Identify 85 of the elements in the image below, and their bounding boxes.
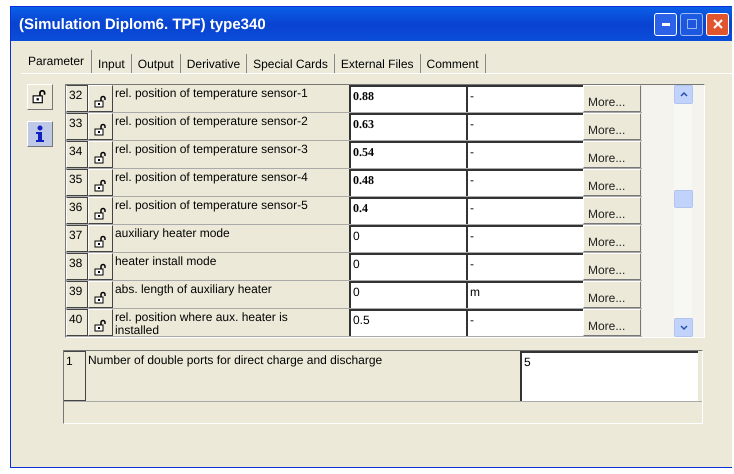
lock-button[interactable] <box>88 113 113 140</box>
parameter-name: rel. position of temperature sensor-5 <box>114 197 309 214</box>
more-button[interactable]: More... <box>583 309 641 336</box>
row-number: 35 <box>66 169 88 196</box>
value-field[interactable]: 0.54 <box>349 141 466 168</box>
scrollbar[interactable] <box>674 85 692 337</box>
row-number: 39 <box>66 281 88 308</box>
padlock-icon <box>94 179 108 193</box>
scroll-down-button[interactable] <box>674 318 693 337</box>
tab[interactable]: Output <box>132 54 181 73</box>
padlock-icon <box>94 263 108 277</box>
row-number: 32 <box>66 85 88 112</box>
window-title: (Simulation Diplom6. TPF) type340 <box>19 16 267 32</box>
value-field[interactable]: 0.63 <box>349 113 466 140</box>
lock-button[interactable] <box>88 141 113 168</box>
chevron-down-icon <box>680 325 688 330</box>
maximize-button[interactable] <box>680 12 703 36</box>
value-field[interactable]: 0 <box>349 253 466 280</box>
value-field[interactable]: 5 <box>520 351 698 402</box>
parameter-name: Number of double ports for direct charge and discharge <box>87 352 384 369</box>
tab[interactable]: Comment <box>420 54 486 73</box>
row-number: 34 <box>66 141 88 168</box>
lock-button[interactable] <box>88 225 113 252</box>
lock-button[interactable] <box>88 253 113 280</box>
padlock-icon <box>94 123 108 137</box>
parameter-name: rel. position of temperature sensor-1 <box>114 85 309 102</box>
parameter-name: rel. position where aux. heater is installed <box>114 309 289 336</box>
minimize-button[interactable] <box>654 12 677 36</box>
parameter-name: rel. position of temperature sensor-2 <box>114 113 309 130</box>
more-button[interactable]: More... <box>583 85 641 112</box>
row-number: 33 <box>66 113 88 140</box>
parameter-name: heater install mode <box>114 253 218 270</box>
more-button[interactable]: More... <box>583 169 641 196</box>
row-number: 40 <box>66 309 88 336</box>
lock-button[interactable] <box>27 84 53 110</box>
parameter-name: abs. length of auxiliary heater <box>114 281 273 298</box>
scroll-thumb[interactable] <box>674 190 693 208</box>
value-field[interactable]: 0 <box>349 281 466 308</box>
more-button[interactable]: More... <box>583 281 641 308</box>
unit-field[interactable]: - <box>466 197 583 224</box>
padlock-icon <box>94 319 108 333</box>
lock-button[interactable] <box>88 309 113 336</box>
info-icon <box>35 125 45 143</box>
more-button[interactable]: More... <box>583 253 641 280</box>
minimize-icon <box>662 22 670 26</box>
unit-field[interactable]: - <box>466 253 583 280</box>
parameter-name: rel. position of temperature sensor-3 <box>114 141 309 158</box>
value-field[interactable]: 0 <box>349 225 466 252</box>
value-field[interactable]: 0.88 <box>349 85 466 112</box>
close-icon <box>712 19 722 29</box>
unit-field[interactable]: - <box>466 113 583 140</box>
lock-button[interactable] <box>88 281 113 308</box>
unit-field[interactable]: - <box>466 309 583 336</box>
value-field[interactable]: 0.4 <box>349 197 466 224</box>
row-number: 1 <box>64 351 86 402</box>
maximize-icon <box>686 19 696 29</box>
unit-field[interactable]: - <box>466 225 583 252</box>
lock-button[interactable] <box>88 85 113 112</box>
more-button[interactable]: More... <box>583 141 641 168</box>
padlock-icon <box>94 291 108 305</box>
lock-button[interactable] <box>88 197 113 224</box>
padlock-icon <box>94 235 108 249</box>
padlock-icon <box>94 95 108 109</box>
close-button[interactable] <box>706 12 729 36</box>
padlock-icon <box>94 207 108 221</box>
more-button[interactable]: More... <box>583 113 641 140</box>
row-number: 37 <box>66 225 88 252</box>
parameter-name: rel. position of temperature sensor-4 <box>114 169 309 186</box>
unit-field[interactable]: m <box>466 281 583 308</box>
padlock-icon <box>94 151 108 165</box>
more-button[interactable]: More... <box>583 225 641 252</box>
more-button[interactable]: More... <box>583 197 641 224</box>
row-number: 38 <box>66 253 88 280</box>
unit-field[interactable]: - <box>466 169 583 196</box>
scroll-up-button[interactable] <box>674 85 693 104</box>
lock-button[interactable] <box>88 169 113 196</box>
value-field[interactable]: 0.48 <box>349 169 466 196</box>
parameter-name: auxiliary heater mode <box>114 225 231 242</box>
padlock-icon <box>32 89 48 105</box>
unit-field[interactable]: - <box>466 85 583 112</box>
info-button[interactable] <box>27 121 53 147</box>
unit-field[interactable]: - <box>466 141 583 168</box>
chevron-up-icon <box>680 92 688 97</box>
row-number: 36 <box>66 197 88 224</box>
value-field[interactable]: 0.5 <box>349 309 466 336</box>
